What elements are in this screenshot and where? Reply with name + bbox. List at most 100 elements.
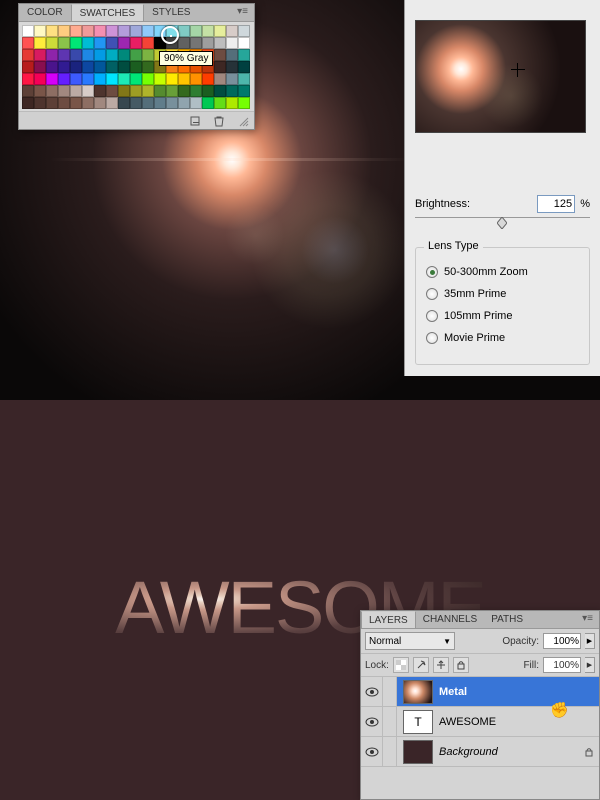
swatch[interactable] bbox=[22, 25, 34, 37]
fill-input[interactable]: 100% bbox=[543, 657, 581, 673]
swatch[interactable] bbox=[34, 73, 46, 85]
swatch[interactable] bbox=[166, 85, 178, 97]
swatch[interactable] bbox=[70, 25, 82, 37]
visibility-toggle[interactable] bbox=[361, 737, 383, 766]
swatch[interactable] bbox=[94, 61, 106, 73]
visibility-toggle[interactable] bbox=[361, 707, 383, 736]
swatch[interactable] bbox=[178, 85, 190, 97]
swatch[interactable] bbox=[130, 49, 142, 61]
delete-swatch-icon[interactable] bbox=[212, 114, 226, 128]
swatch[interactable] bbox=[214, 73, 226, 85]
layer-thumbnail[interactable]: T bbox=[403, 710, 433, 734]
swatch[interactable] bbox=[94, 85, 106, 97]
swatch[interactable] bbox=[94, 49, 106, 61]
swatch[interactable] bbox=[70, 37, 82, 49]
swatch[interactable] bbox=[178, 97, 190, 109]
swatch[interactable] bbox=[70, 97, 82, 109]
swatch[interactable] bbox=[22, 73, 34, 85]
resize-grip-icon[interactable] bbox=[236, 114, 250, 128]
tab-channels[interactable]: CHANNELS bbox=[416, 611, 484, 628]
fill-flyout-icon[interactable]: ▶ bbox=[585, 657, 595, 673]
swatch[interactable] bbox=[22, 61, 34, 73]
swatch[interactable] bbox=[238, 85, 250, 97]
brightness-input[interactable] bbox=[537, 195, 575, 213]
swatch[interactable] bbox=[238, 37, 250, 49]
swatch[interactable] bbox=[106, 85, 118, 97]
swatch[interactable] bbox=[34, 85, 46, 97]
swatch[interactable] bbox=[118, 97, 130, 109]
swatch[interactable] bbox=[214, 37, 226, 49]
swatch[interactable] bbox=[82, 37, 94, 49]
panel-menu-icon[interactable]: ▾≡ bbox=[576, 611, 599, 628]
swatch[interactable] bbox=[190, 97, 202, 109]
swatch[interactable] bbox=[70, 73, 82, 85]
new-swatch-icon[interactable] bbox=[188, 114, 202, 128]
swatch[interactable] bbox=[106, 25, 118, 37]
layer-link-area[interactable] bbox=[383, 707, 397, 736]
swatch[interactable] bbox=[178, 25, 190, 37]
visibility-toggle[interactable] bbox=[361, 677, 383, 706]
swatch[interactable] bbox=[226, 85, 238, 97]
swatch[interactable] bbox=[202, 37, 214, 49]
swatch[interactable] bbox=[130, 97, 142, 109]
lock-transparency-icon[interactable] bbox=[393, 657, 409, 673]
swatch[interactable] bbox=[226, 61, 238, 73]
opacity-input[interactable]: 100% bbox=[543, 633, 581, 649]
swatch[interactable] bbox=[214, 61, 226, 73]
swatch[interactable] bbox=[46, 61, 58, 73]
tab-swatches[interactable]: SWATCHES bbox=[71, 4, 145, 21]
blend-mode-select[interactable]: Normal ▼ bbox=[365, 632, 455, 650]
swatch[interactable] bbox=[142, 73, 154, 85]
swatch[interactable] bbox=[178, 73, 190, 85]
swatch[interactable] bbox=[142, 37, 154, 49]
swatch[interactable] bbox=[238, 73, 250, 85]
tab-paths[interactable]: PATHS bbox=[484, 611, 530, 628]
swatch[interactable] bbox=[34, 49, 46, 61]
swatch[interactable] bbox=[226, 73, 238, 85]
swatch[interactable] bbox=[70, 49, 82, 61]
swatch[interactable] bbox=[94, 37, 106, 49]
swatch[interactable] bbox=[58, 61, 70, 73]
flare-center-crosshair[interactable] bbox=[511, 63, 525, 77]
swatch[interactable] bbox=[82, 25, 94, 37]
swatch[interactable] bbox=[190, 85, 202, 97]
swatch[interactable] bbox=[202, 97, 214, 109]
lock-position-icon[interactable] bbox=[433, 657, 449, 673]
swatch[interactable] bbox=[214, 85, 226, 97]
swatch[interactable] bbox=[190, 73, 202, 85]
swatch[interactable] bbox=[154, 85, 166, 97]
layer-link-area[interactable] bbox=[383, 677, 397, 706]
radio-35mm-prime[interactable]: 35mm Prime bbox=[426, 288, 579, 300]
swatch[interactable] bbox=[58, 85, 70, 97]
swatch[interactable] bbox=[82, 73, 94, 85]
swatch[interactable] bbox=[46, 97, 58, 109]
swatch[interactable] bbox=[178, 37, 190, 49]
swatch[interactable] bbox=[142, 49, 154, 61]
swatch[interactable] bbox=[58, 25, 70, 37]
swatch[interactable] bbox=[130, 61, 142, 73]
swatch[interactable] bbox=[166, 97, 178, 109]
swatch[interactable] bbox=[106, 97, 118, 109]
layer-link-area[interactable] bbox=[383, 737, 397, 766]
swatch[interactable] bbox=[238, 49, 250, 61]
swatch[interactable] bbox=[118, 61, 130, 73]
layer-name[interactable]: AWESOME bbox=[439, 716, 599, 728]
lock-all-icon[interactable] bbox=[453, 657, 469, 673]
swatch[interactable] bbox=[106, 61, 118, 73]
swatch[interactable] bbox=[226, 25, 238, 37]
swatch[interactable] bbox=[46, 37, 58, 49]
swatch[interactable] bbox=[130, 25, 142, 37]
swatch[interactable] bbox=[82, 61, 94, 73]
layer-thumbnail[interactable] bbox=[403, 680, 433, 704]
swatch[interactable] bbox=[46, 49, 58, 61]
swatch[interactable] bbox=[166, 73, 178, 85]
swatch[interactable] bbox=[46, 73, 58, 85]
swatch[interactable] bbox=[46, 85, 58, 97]
swatch[interactable] bbox=[82, 49, 94, 61]
layer-row-background[interactable]: Background bbox=[361, 737, 599, 767]
swatch[interactable] bbox=[82, 97, 94, 109]
radio-105mm-prime[interactable]: 105mm Prime bbox=[426, 310, 579, 322]
swatch[interactable] bbox=[34, 25, 46, 37]
swatch[interactable] bbox=[118, 73, 130, 85]
swatch[interactable] bbox=[118, 37, 130, 49]
